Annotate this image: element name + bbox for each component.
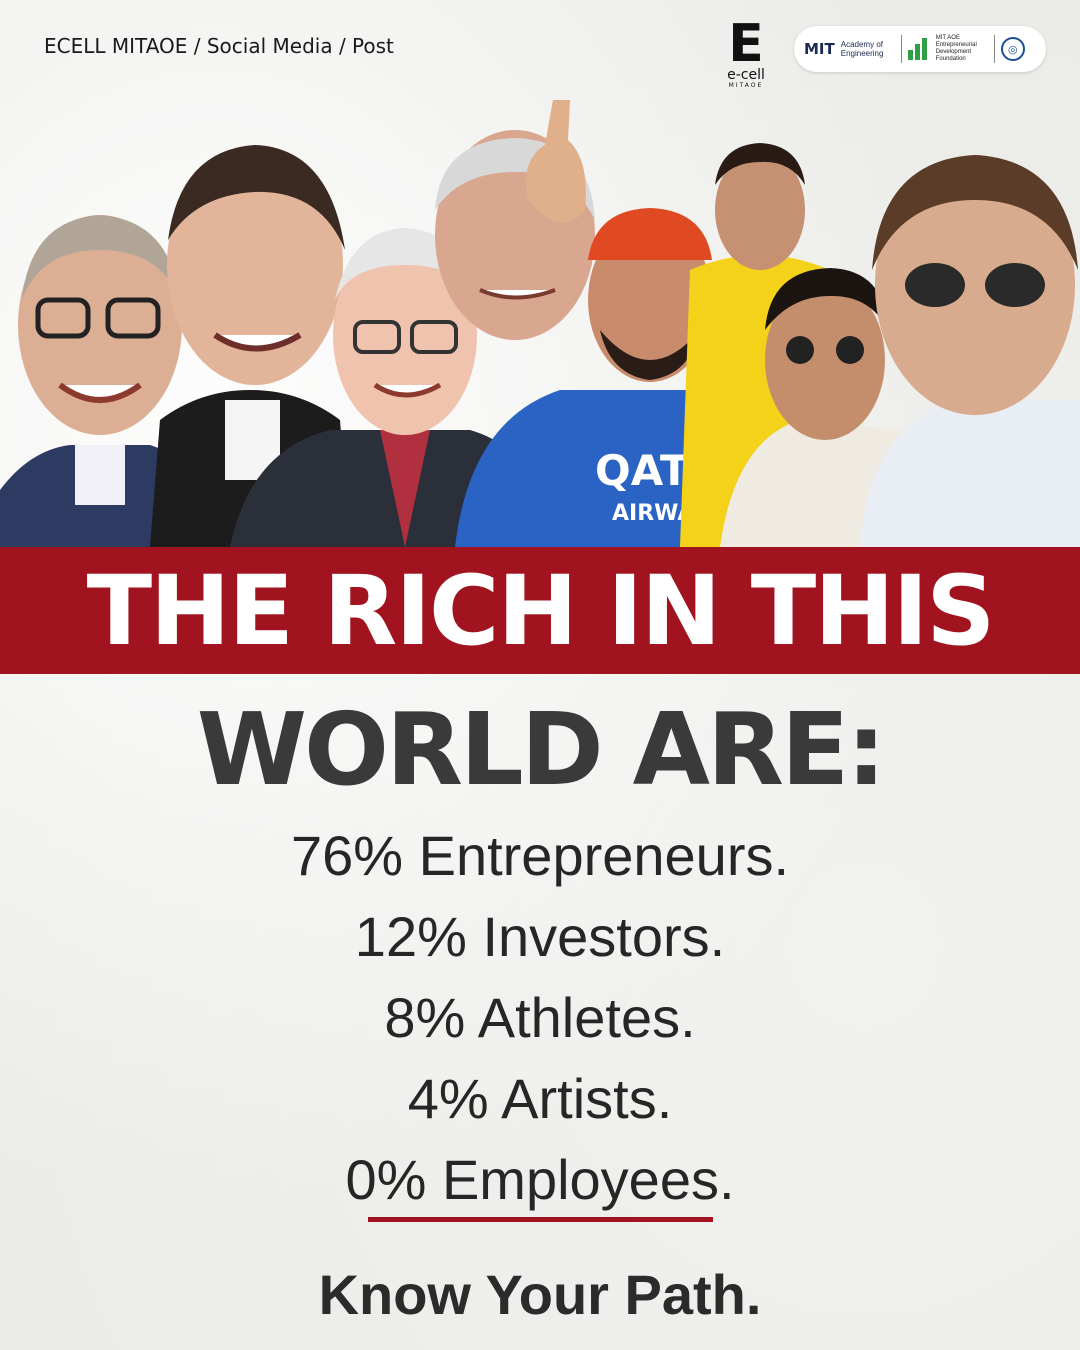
stat-line: 76% Entrepreneurs. bbox=[290, 824, 790, 887]
badge-divider bbox=[900, 35, 902, 63]
partner-badge: MIT Academy of Engineering MIT AOE Entre… bbox=[794, 26, 1046, 72]
iic-globe-icon: ◎ bbox=[1000, 37, 1025, 61]
ecell-name: e-cell bbox=[727, 67, 765, 83]
breadcrumb: ECELL MITAOE / Social Media / Post bbox=[44, 34, 394, 58]
headline-banner: THE RICH IN THIS bbox=[0, 547, 1080, 674]
edf-bars-icon bbox=[907, 38, 930, 60]
person-portrait-8 bbox=[860, 155, 1080, 547]
stat-line: 4% Artists. bbox=[407, 1067, 673, 1130]
stats-list: 76% Entrepreneurs. 12% Investors. 8% Ath… bbox=[0, 815, 1080, 1220]
ecell-mark: E bbox=[728, 14, 764, 74]
stat-line: 0% Employees. bbox=[345, 1148, 735, 1211]
stat-line: 8% Athletes. bbox=[384, 986, 696, 1049]
tagline: Know Your Path. bbox=[318, 1263, 762, 1326]
academy-text: Academy of Engineering bbox=[840, 40, 884, 58]
accent-divider bbox=[368, 1217, 713, 1222]
headline-line-1: THE RICH IN THIS bbox=[86, 554, 996, 667]
badge-divider bbox=[993, 35, 995, 63]
ecell-sub: MITAOE bbox=[728, 82, 764, 89]
mit-logo-text: MIT bbox=[804, 40, 835, 58]
stat-line: 12% Investors. bbox=[354, 905, 726, 968]
edf-text: MIT AOE Entrepreneurial Development Foun… bbox=[935, 35, 977, 62]
celebrity-photo-collage: QATAR AIRWAYS bbox=[0, 100, 1080, 547]
ecell-logo: E e-cell MITAOE bbox=[718, 14, 774, 94]
headline-line-2: WORLD ARE: bbox=[196, 691, 887, 808]
raised-hand bbox=[526, 100, 586, 223]
